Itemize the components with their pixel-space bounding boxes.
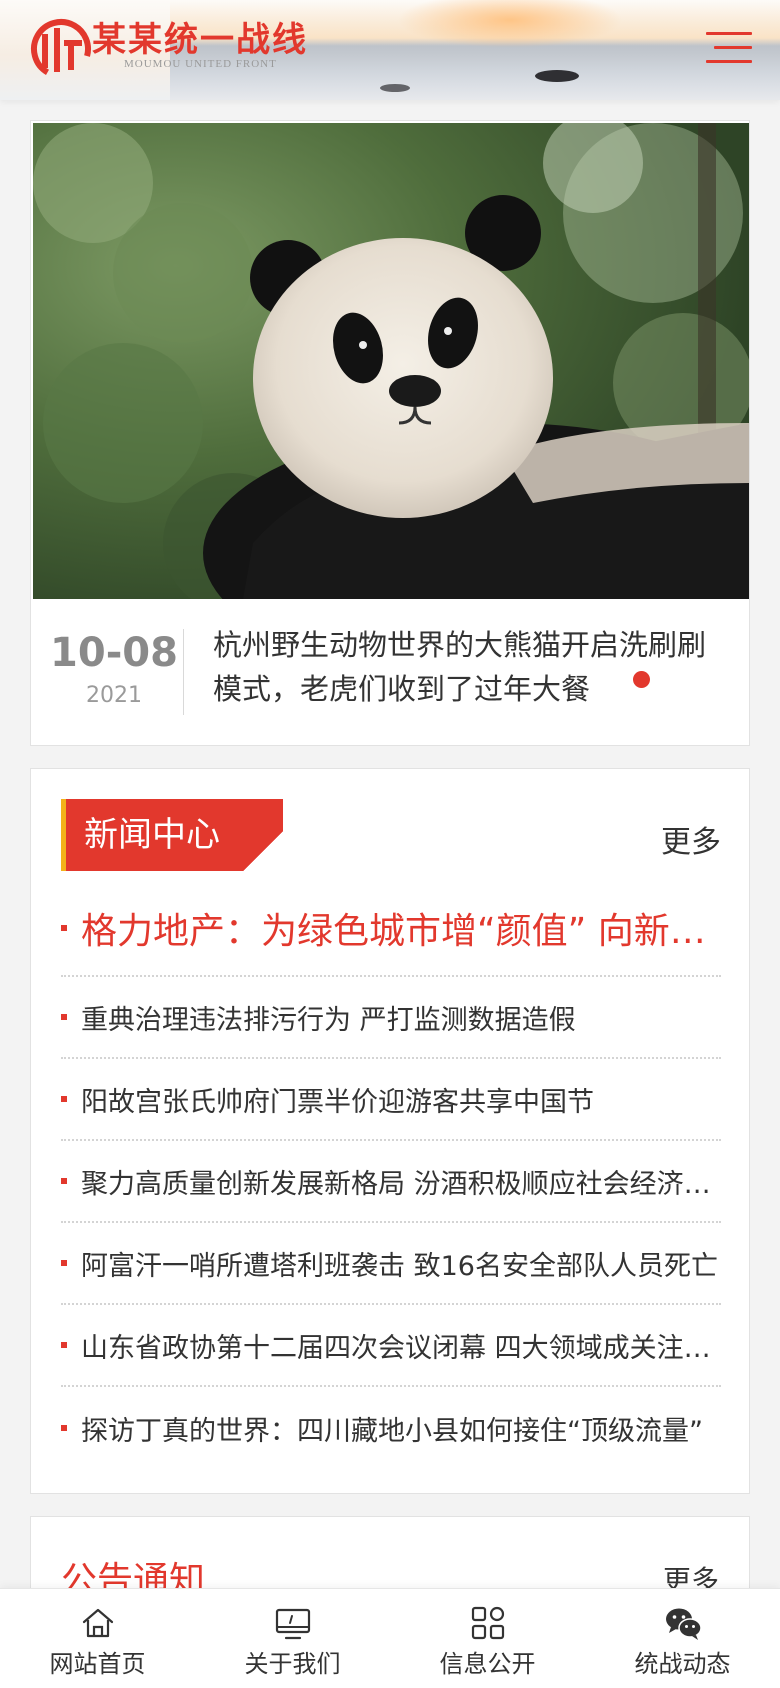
logo-emblem-icon [31, 19, 91, 79]
nav-label: 关于我们 [244, 1650, 341, 1678]
nav-item-about[interactable]: 关于我们 [195, 1589, 390, 1688]
news-more-link[interactable]: 更多 [661, 817, 721, 861]
news-section-tab: 新闻中心 [61, 799, 283, 871]
news-item[interactable]: 阿富汗一哨所遭塔利班袭击 致16名安全部队人员死亡 [61, 1223, 721, 1305]
news-item[interactable]: 山东省政协第十二届四次会议闭幕 四大领域成关注焦点 [61, 1305, 721, 1387]
news-item-title[interactable]: 阿富汗一哨所遭塔利班袭击 致16名安全部队人员死亡 [81, 1244, 721, 1283]
bullet-icon [61, 1178, 67, 1184]
news-section-title: 新闻中心 [84, 815, 220, 855]
nav-label: 信息公开 [439, 1650, 536, 1678]
home-icon [82, 1608, 113, 1638]
news-center-section: 新闻中心 更多 格力地产：为绿色城市增“颜值” 向新兴产业要“价值” 重典治理违… [30, 768, 750, 1494]
section-header: 新闻中心 更多 [61, 799, 721, 871]
logo-title: 某某统一战线 [92, 20, 308, 60]
news-item-title[interactable]: 阳故宫张氏帅府门票半价迎游客共享中国节 [81, 1080, 721, 1119]
news-item-title[interactable]: 重典治理违法排污行为 严打监测数据造假 [81, 998, 721, 1037]
slide-title[interactable]: 杭州野生动物世界的大熊猫开启洗刷刷模式，老虎们收到了过年大餐 [213, 623, 713, 711]
nav-item-info[interactable]: 信息公开 [390, 1589, 585, 1688]
nav-item-home[interactable]: 网站首页 [0, 1589, 195, 1688]
news-item[interactable]: 聚力高质量创新发展新格局 汾酒积极顺应社会经济发展 [61, 1141, 721, 1223]
site-logo[interactable]: 某某统一战线 MOUMOU UNITED FRONT [30, 18, 308, 82]
news-item-title[interactable]: 山东省政协第十二届四次会议闭幕 四大领域成关注焦点 [81, 1326, 721, 1365]
slide-caption[interactable]: 10-08 2021 杭州野生动物世界的大熊猫开启洗刷刷模式，老虎们收到了过年大… [31, 599, 749, 745]
divider [183, 629, 184, 715]
slide-date: 10-08 2021 [49, 629, 179, 708]
news-item-title[interactable]: 聚力高质量创新发展新格局 汾酒积极顺应社会经济发展 [81, 1162, 721, 1201]
news-item-title[interactable]: 探访丁真的世界：四川藏地小县如何接住“顶级流量” [81, 1409, 721, 1448]
featured-slider[interactable]: 10-08 2021 杭州野生动物世界的大熊猫开启洗刷刷模式，老虎们收到了过年大… [30, 120, 750, 746]
bullet-icon [61, 1096, 67, 1102]
bullet-icon [61, 925, 67, 931]
slide-date-day: 10-08 [50, 630, 178, 676]
slide-image-panda[interactable] [33, 123, 749, 599]
site-header: 某某统一战线 MOUMOU UNITED FRONT [0, 0, 780, 100]
news-item-title[interactable]: 格力地产：为绿色城市增“颜值” 向新兴产业要“价值” [81, 902, 721, 954]
menu-icon[interactable] [702, 30, 752, 68]
bottom-nav: 网站首页 关于我们 信息公开 统战动态 [0, 1588, 780, 1688]
nav-item-news[interactable]: 统战动态 [585, 1589, 780, 1688]
news-item[interactable]: 探访丁真的世界：四川藏地小县如何接住“顶级流量” [61, 1387, 721, 1469]
wechat-icon [665, 1608, 702, 1640]
grid-icon [471, 1606, 504, 1640]
bullet-icon [61, 1260, 67, 1266]
bullet-icon [61, 1014, 67, 1020]
slide-date-year: 2021 [86, 683, 142, 708]
news-item[interactable]: 重典治理违法排污行为 严打监测数据造假 [61, 977, 721, 1059]
nav-label: 统战动态 [634, 1650, 731, 1678]
bullet-icon [61, 1425, 67, 1431]
bullet-icon [61, 1342, 67, 1348]
nav-label: 网站首页 [49, 1650, 146, 1678]
news-item[interactable]: 阳故宫张氏帅府门票半价迎游客共享中国节 [61, 1059, 721, 1141]
news-item-headline[interactable]: 格力地产：为绿色城市增“颜值” 向新兴产业要“价值” [61, 881, 721, 977]
news-list: 格力地产：为绿色城市增“颜值” 向新兴产业要“价值” 重典治理违法排污行为 严打… [61, 881, 721, 1469]
monitor-icon [275, 1608, 310, 1640]
